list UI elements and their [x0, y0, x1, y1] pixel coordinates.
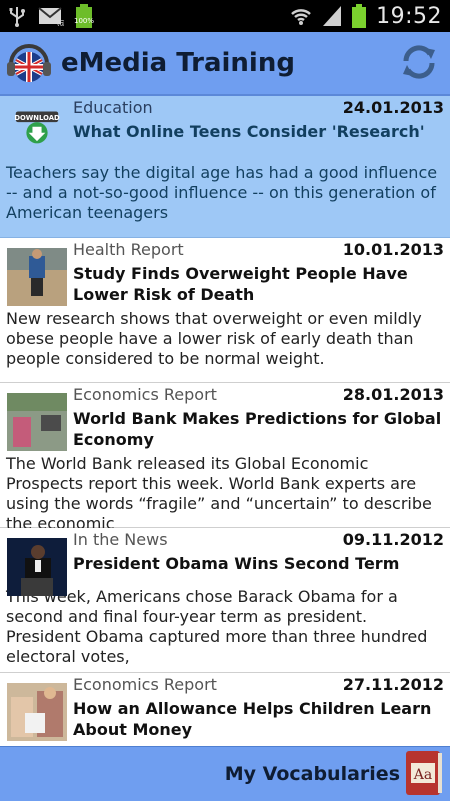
article-thumbnail: [7, 248, 67, 306]
usb-icon: [9, 7, 25, 27]
article-thumbnail: [7, 683, 67, 741]
article-category: Health Report: [73, 240, 184, 259]
email-icon: @: [38, 7, 64, 26]
svg-text:@: @: [57, 19, 64, 26]
download-icon[interactable]: DOWNLOAD: [7, 110, 67, 154]
dictionary-book-icon[interactable]: Aa: [404, 749, 444, 797]
my-vocabularies-button[interactable]: My Vocabularies: [225, 763, 400, 785]
article-thumbnail: [7, 393, 67, 451]
status-time: 19:52: [376, 3, 442, 29]
signal-icon: [323, 6, 342, 26]
article-date: 27.11.2012: [342, 675, 444, 694]
status-bar: @ 100% 19:52: [0, 0, 450, 32]
refresh-icon[interactable]: [398, 41, 440, 83]
wifi-icon: [291, 9, 311, 25]
list-item[interactable]: In the News 09.11.2012 President Obama W…: [0, 528, 450, 673]
article-list[interactable]: DOWNLOAD Education 24.01.2013 What Onlin…: [0, 96, 450, 746]
article-summary: New research shows that overweight or ev…: [6, 309, 422, 368]
article-summary: Teachers say the digital age has had a g…: [6, 163, 438, 222]
status-right-icons: 19:52: [290, 2, 442, 30]
article-category: Economics Report: [73, 675, 217, 694]
download-label: DOWNLOAD: [14, 114, 60, 122]
app-header: eMedia Training: [0, 32, 450, 96]
book-label: Aa: [413, 767, 432, 783]
article-summary: The World Bank released its Global Econo…: [6, 454, 432, 533]
article-title: President Obama Wins Second Term: [73, 554, 400, 573]
article-title: World Bank Makes Predictions for Global …: [73, 409, 442, 449]
article-title: Study Finds Overweight People Have Lower…: [73, 264, 408, 304]
app-title: eMedia Training: [61, 48, 295, 78]
battery-small-icon: 100%: [74, 4, 95, 28]
list-item[interactable]: DOWNLOAD Education 24.01.2013 What Onlin…: [0, 96, 450, 238]
article-date: 28.01.2013: [342, 385, 444, 404]
app-logo-icon: [7, 44, 51, 82]
article-category: Education: [73, 98, 153, 117]
battery-icon: [352, 4, 367, 28]
article-title: What Online Teens Consider 'Research': [73, 122, 425, 141]
vocabularies-bar[interactable]: My Vocabularies Aa: [0, 746, 450, 801]
list-item[interactable]: Economics Report 28.01.2013 World Bank M…: [0, 383, 450, 533]
article-thumbnail: [7, 538, 67, 596]
article-date: 10.01.2013: [342, 240, 444, 259]
article-title: How an Allowance Helps Children Learn Ab…: [73, 699, 432, 739]
article-date: 09.11.2012: [342, 530, 444, 549]
battery-percent-label: 100%: [74, 17, 95, 25]
article-date: 24.01.2013: [342, 98, 444, 117]
article-category: In the News: [73, 530, 168, 549]
list-item[interactable]: Economics Report 27.11.2012 How an Allow…: [0, 673, 450, 746]
article-category: Economics Report: [73, 385, 217, 404]
list-item[interactable]: Health Report 10.01.2013 Study Finds Ove…: [0, 238, 450, 383]
article-summary: This week, Americans chose Barack Obama …: [6, 587, 428, 666]
status-left-icons: @ 100%: [8, 4, 95, 28]
